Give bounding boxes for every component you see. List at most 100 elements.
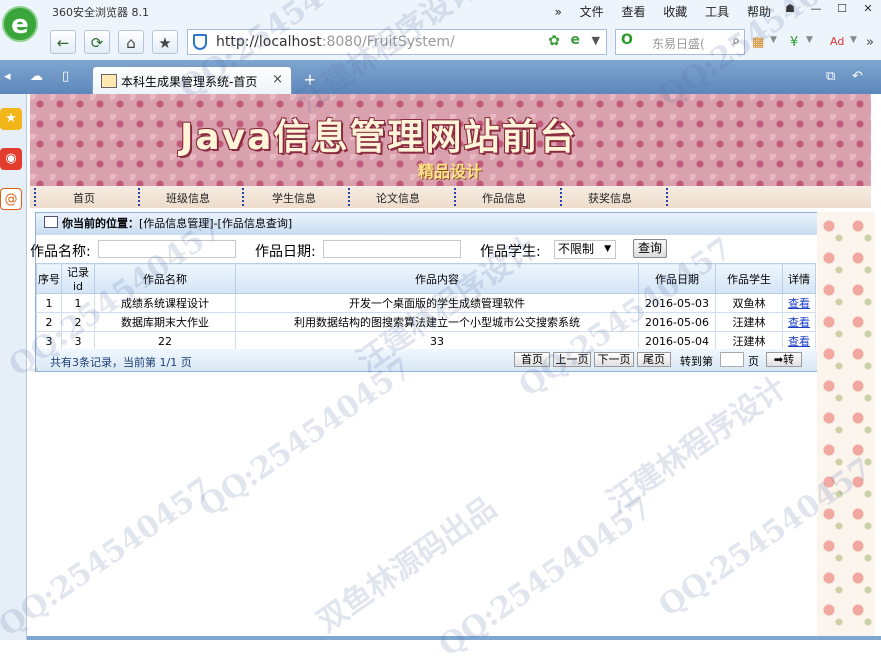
work-name-label: 作品名称: xyxy=(30,244,91,260)
refresh-icon[interactable]: ⟳ xyxy=(84,30,110,54)
browser-logo-icon[interactable]: e xyxy=(2,6,38,42)
home-icon[interactable]: ⌂ xyxy=(118,30,144,54)
banner-title: Java信息管理网站前台 xyxy=(180,117,578,158)
menu-work-info[interactable]: 作品信息 xyxy=(454,190,554,206)
tab-list-icon[interactable]: ⧉ xyxy=(826,69,835,84)
wallet-icon[interactable]: ¥ xyxy=(790,35,798,50)
work-date-label: 作品日期: xyxy=(255,244,316,260)
browser-toolbar: ← ⟳ ⌂ ★ http://localhost:8080/FruitSyste… xyxy=(0,22,881,61)
site-banner: Java信息管理网站前台 精品设计 xyxy=(30,94,871,186)
table-row: 3 3 22 33 2016-05-04 汪建林 查看 xyxy=(36,331,816,351)
work-name-input[interactable] xyxy=(98,240,236,258)
address-bar[interactable]: http://localhost:8080/FruitSystem/ ✿ e ▼ xyxy=(187,29,607,55)
table-row: 2 2 数据库期末大作业 利用数据结构的图搜索算法建立一个小型城市公交搜索系统 … xyxy=(36,312,816,332)
menu-file[interactable]: 文件 xyxy=(580,5,604,19)
maximize-icon[interactable]: ☐ xyxy=(829,0,855,18)
cell-content: 33 xyxy=(235,331,639,351)
view-detail-link[interactable]: 查看 xyxy=(788,335,810,348)
back-icon[interactable]: ← xyxy=(50,30,76,54)
works-table: 序号 记录id 作品名称 作品内容 作品日期 作品学生 详情 1 1 成绩系统课… xyxy=(36,263,816,351)
menu-student-info[interactable]: 学生信息 xyxy=(244,190,344,206)
browser-top-menu: » 文件 查看 收藏 工具 帮助 xyxy=(540,3,771,20)
apps-icon[interactable]: ▦ xyxy=(752,35,764,50)
apps-dropdown-icon[interactable]: ▼ xyxy=(770,35,777,45)
menu-award-info[interactable]: 获奖信息 xyxy=(560,190,660,206)
select-caret-icon: ▼ xyxy=(604,244,611,254)
menu-paper-info[interactable]: 论文信息 xyxy=(348,190,448,206)
compat-mode-icon[interactable]: ✿ xyxy=(548,33,560,49)
query-button[interactable]: 查询 xyxy=(633,239,667,258)
last-page-button[interactable]: 尾页 xyxy=(637,352,671,367)
cell-date: 2016-05-03 xyxy=(638,293,716,313)
header-work-student: 作品学生 xyxy=(715,263,783,294)
search-engine-icon[interactable]: O xyxy=(621,32,633,48)
menu-help[interactable]: 帮助 xyxy=(747,5,771,19)
address-url[interactable]: http://localhost:8080/FruitSystem/ xyxy=(216,34,455,50)
address-dropdown-icon[interactable]: ▼ xyxy=(592,34,600,47)
floral-border-decoration xyxy=(817,212,875,640)
close-icon[interactable]: ✕ xyxy=(855,0,881,18)
view-detail-link[interactable]: 查看 xyxy=(788,297,810,310)
favorites-star-icon[interactable]: ★ xyxy=(0,108,22,130)
cell-student: 双鱼林 xyxy=(715,293,783,313)
menu-home[interactable]: 首页 xyxy=(34,190,134,206)
search-icon[interactable]: ⌕ xyxy=(732,33,740,49)
menu-more[interactable]: » xyxy=(554,5,561,19)
work-student-select[interactable]: 不限制 ▼ xyxy=(554,240,616,259)
cell-student: 汪建林 xyxy=(715,331,783,351)
work-date-input[interactable] xyxy=(323,240,461,258)
first-page-button[interactable]: 首页 xyxy=(514,352,550,367)
adblock-icon[interactable]: Ad xyxy=(830,35,844,48)
goto-button[interactable]: ➡转 xyxy=(766,352,802,367)
document-icon xyxy=(44,216,58,228)
cell-id: 1 xyxy=(61,293,95,313)
tab-close-icon[interactable]: × xyxy=(272,72,283,87)
breadcrumb: 你当前的位置：[作品信息管理]-[作品信息查询] xyxy=(36,213,817,235)
menu-tools[interactable]: 工具 xyxy=(705,5,729,19)
tab-home[interactable]: 本科生成果管理系统-首页 × xyxy=(92,66,292,94)
cell-detail: 查看 xyxy=(782,312,816,332)
skin-icon[interactable]: ☗ xyxy=(777,0,803,18)
menu-class-info[interactable]: 班级信息 xyxy=(138,190,238,206)
prev-page-button[interactable]: 上一页 xyxy=(553,352,591,367)
mail-icon[interactable]: @ xyxy=(0,188,22,210)
menu-view[interactable]: 查看 xyxy=(621,5,645,19)
more-extensions-icon[interactable]: » xyxy=(866,35,874,50)
banner-subtitle: 精品设计 xyxy=(418,162,483,181)
adblock-dropdown-icon[interactable]: ▼ xyxy=(850,35,857,45)
weibo-icon[interactable]: ◉ xyxy=(0,148,22,170)
goto-page-input[interactable] xyxy=(720,352,744,367)
favorite-star-icon[interactable]: ★ xyxy=(152,30,178,54)
breadcrumb-label: 你当前的位置： xyxy=(62,217,139,230)
view-detail-link[interactable]: 查看 xyxy=(788,316,810,329)
new-tab-button[interactable]: + xyxy=(300,70,320,90)
tab-history-icon[interactable]: ◂ xyxy=(4,69,11,84)
pagination-info: 共有3条记录，当前第 1/1 页 xyxy=(50,356,192,369)
menu-favorites[interactable]: 收藏 xyxy=(663,5,687,19)
header-work-content: 作品内容 xyxy=(235,263,639,294)
works-query-panel: 你当前的位置：[作品信息管理]-[作品信息查询] 作品名称: 作品日期: 作品学… xyxy=(30,212,818,372)
search-box[interactable]: O 东易日盛( ⌕ xyxy=(615,29,745,55)
search-input[interactable]: 东易日盛( xyxy=(652,35,705,52)
cell-date: 2016-05-06 xyxy=(638,312,716,332)
goto-label: 转到第 xyxy=(680,355,713,368)
minimize-icon[interactable]: — xyxy=(803,0,829,18)
undo-close-icon[interactable]: ↶ xyxy=(852,69,863,84)
tab-bar: ◂ ☁ ▯ 本科生成果管理系统-首页 × + ⧉ ↶ xyxy=(0,60,881,94)
header-no: 序号 xyxy=(36,263,62,294)
mobile-icon[interactable]: ▯ xyxy=(62,69,69,84)
header-detail: 详情 xyxy=(782,263,816,294)
header-work-date: 作品日期 xyxy=(638,263,716,294)
ie-mode-icon[interactable]: e xyxy=(571,32,581,48)
next-page-button[interactable]: 下一页 xyxy=(594,352,634,367)
site-menu: 首页 班级信息 学生信息 论文信息 作品信息 获奖信息 xyxy=(30,186,871,208)
breadcrumb-path: [作品信息管理]-[作品信息查询] xyxy=(139,217,293,230)
cloud-icon[interactable]: ☁ xyxy=(30,69,43,84)
work-student-value: 不限制 xyxy=(558,242,595,256)
wallet-dropdown-icon[interactable]: ▼ xyxy=(806,35,813,45)
header-record-id: 记录id xyxy=(61,263,95,294)
bottom-border xyxy=(27,636,881,640)
tab-title: 本科生成果管理系统-首页 xyxy=(121,75,258,89)
table-row: 1 1 成绩系统课程设计 开发一个桌面版的学生成绩管理软件 2016-05-03… xyxy=(36,293,816,313)
security-shield-icon xyxy=(193,34,207,50)
